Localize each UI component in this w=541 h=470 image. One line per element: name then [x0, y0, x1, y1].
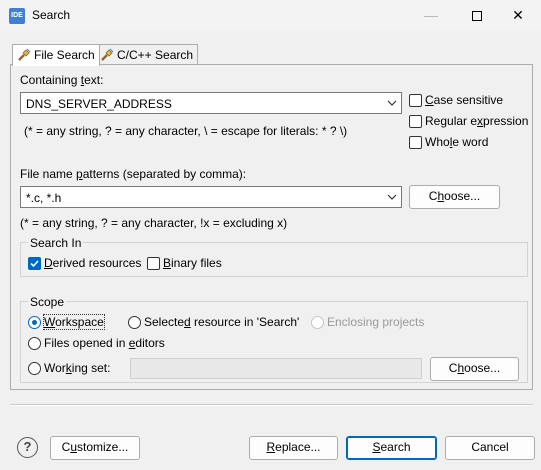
whole-word-checkbox[interactable] [409, 136, 422, 149]
workspace-radio[interactable] [28, 316, 41, 329]
scope-title: Scope [28, 295, 67, 309]
cancel-button[interactable]: Cancel [445, 436, 535, 460]
tab-file-search[interactable]: File Search [12, 44, 100, 66]
containing-text-value: DNS_SERVER_ADDRESS [26, 97, 172, 111]
footer-separator-highlight [10, 405, 533, 406]
file-patterns-value: *.c, *.h [26, 191, 62, 205]
search-button[interactable]: Search [346, 436, 437, 460]
minimize-button[interactable]: — [408, 0, 454, 31]
window-title: Search [32, 8, 71, 22]
checkmark-icon [30, 260, 39, 268]
files-opened-radio[interactable] [28, 337, 41, 350]
workspace-label: Workspace [43, 314, 105, 330]
replace-button[interactable]: Replace... [249, 436, 338, 460]
maximize-icon [472, 11, 482, 22]
flashlight-icon [18, 48, 31, 61]
customize-button[interactable]: Customize... [50, 436, 140, 460]
file-patterns-hint: (* = any string, ? = any character, !x =… [20, 216, 288, 230]
file-patterns-combo[interactable]: *.c, *.h [20, 186, 402, 208]
selected-resource-radio[interactable] [128, 316, 141, 329]
tab-cpp-search[interactable]: C/C++ Search [95, 44, 199, 65]
binary-files-label: Binary files [163, 256, 222, 270]
binary-files-checkbox[interactable] [147, 257, 160, 270]
containing-text-label: Containing text: [20, 73, 104, 87]
working-set-radio[interactable] [28, 362, 41, 375]
working-set-choose-button[interactable]: Choose... [430, 357, 519, 381]
tab-label: File Search [34, 48, 95, 62]
enclosing-projects-label: Enclosing projects [327, 315, 425, 329]
files-opened-label: Files opened in editors [44, 336, 165, 350]
containing-text-combo[interactable]: DNS_SERVER_ADDRESS [20, 92, 402, 114]
chevron-down-icon[interactable] [387, 98, 397, 108]
app-icon: IDE [9, 8, 25, 24]
file-patterns-choose-button[interactable]: Choose... [409, 185, 500, 209]
derived-resources-checkbox[interactable] [28, 257, 41, 270]
close-button[interactable]: ✕ [495, 0, 541, 31]
case-sensitive-label: Case sensitive [425, 93, 504, 107]
tab-label: C/C++ Search [117, 48, 194, 62]
case-sensitive-checkbox[interactable] [409, 94, 422, 107]
maximize-button[interactable] [454, 0, 500, 31]
regular-expression-checkbox[interactable] [409, 115, 422, 128]
working-set-field[interactable] [130, 358, 422, 379]
chevron-down-icon[interactable] [387, 192, 397, 202]
derived-resources-label: Derived resources [44, 256, 142, 270]
selected-resource-label: Selected resource in 'Search' [144, 315, 300, 329]
flashlight-icon [101, 48, 114, 61]
regular-expression-label: Regular expression [425, 114, 529, 128]
containing-text-hint: (* = any string, ? = any character, \ = … [24, 124, 348, 138]
help-icon[interactable]: ? [17, 437, 38, 458]
search-in-title: Search In [28, 236, 84, 250]
file-patterns-label: File name patterns (separated by comma): [20, 167, 247, 181]
whole-word-label: Whole word [425, 135, 489, 149]
enclosing-projects-radio [311, 316, 324, 329]
working-set-label: Working set: [44, 361, 111, 375]
